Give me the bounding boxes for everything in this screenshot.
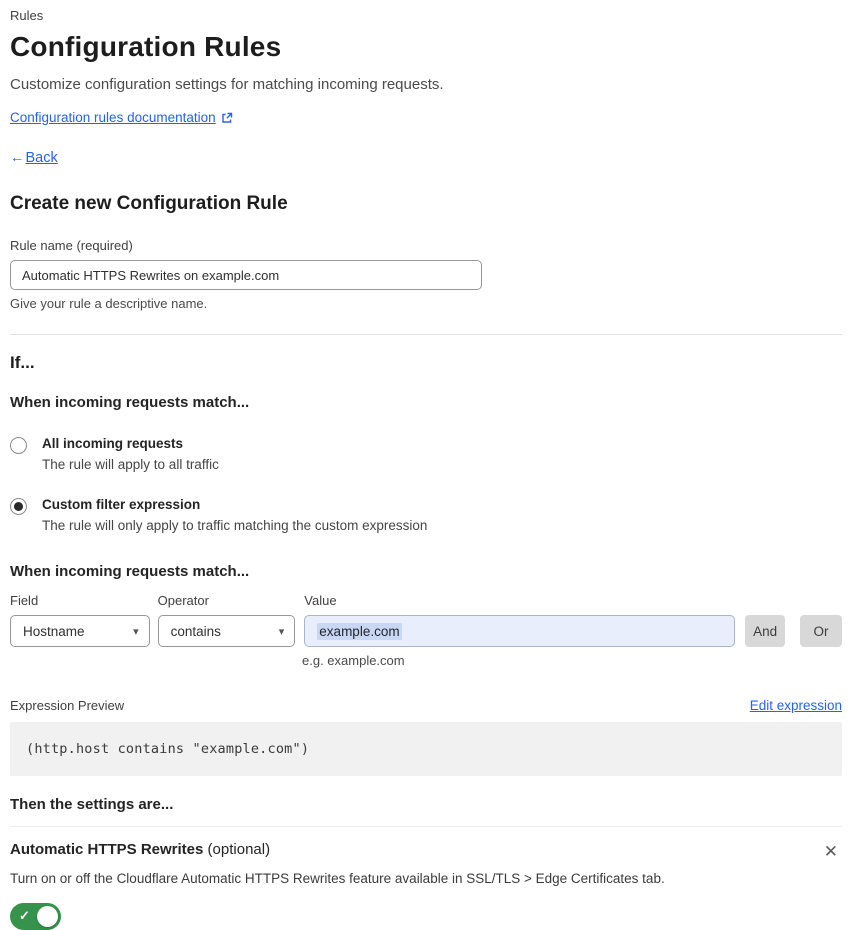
- radio-option-custom-filter[interactable]: Custom filter expression The rule will o…: [10, 497, 842, 533]
- setting-header-row: Automatic HTTPS Rewrites (optional) ✕: [10, 841, 842, 862]
- check-icon: ✓: [19, 908, 30, 923]
- value-input-text: example.com: [317, 622, 402, 640]
- close-icon[interactable]: ✕: [820, 841, 842, 862]
- rule-name-input[interactable]: [10, 260, 482, 290]
- radio-button-unselected[interactable]: [10, 437, 27, 454]
- documentation-link[interactable]: Configuration rules documentation: [10, 110, 216, 125]
- page-subtitle: Customize configuration settings for mat…: [10, 76, 444, 93]
- documentation-link-row: Configuration rules documentation: [10, 110, 842, 125]
- radio-button-selected[interactable]: [10, 498, 27, 515]
- operator-select[interactable]: contains ▾: [157, 615, 296, 647]
- radio-option-all-requests[interactable]: All incoming requests The rule will appl…: [10, 436, 842, 472]
- and-button[interactable]: And: [745, 615, 786, 647]
- value-help-text: e.g. example.com: [302, 653, 405, 668]
- if-heading: If...: [10, 353, 35, 372]
- external-link-icon: [221, 112, 233, 124]
- radio-label: Custom filter expression: [42, 497, 201, 512]
- chevron-down-icon: ▾: [133, 625, 139, 638]
- back-arrow-icon: ←: [10, 150, 25, 166]
- rule-name-label: Rule name (required): [10, 238, 133, 253]
- filter-builder-row: Field Hostname ▾ Operator contains ▾ Val…: [10, 593, 842, 647]
- edit-expression-link[interactable]: Edit expression: [750, 698, 842, 713]
- setting-name-bold: Automatic HTTPS Rewrites: [10, 841, 204, 858]
- toggle-knob: [37, 906, 58, 927]
- radio-label: All incoming requests: [42, 436, 184, 451]
- operator-column-label: Operator: [157, 593, 209, 608]
- setting-optional-label: (optional): [203, 841, 271, 858]
- then-settings-heading: Then the settings are...: [10, 796, 174, 813]
- chevron-down-icon: ▾: [278, 625, 285, 638]
- section-divider: [10, 334, 842, 335]
- setting-divider: [10, 826, 842, 827]
- radio-description: The rule will apply to all traffic: [42, 457, 219, 472]
- back-link-row: ← Back: [10, 150, 842, 166]
- match-heading: When incoming requests match...: [10, 394, 250, 411]
- or-button[interactable]: Or: [800, 615, 842, 647]
- breadcrumb: Rules: [10, 8, 44, 23]
- field-select-value: Hostname: [23, 623, 85, 639]
- rule-name-help: Give your rule a descriptive name.: [10, 296, 208, 311]
- expression-code-block: (http.host contains "example.com"): [10, 722, 842, 776]
- automatic-https-rewrites-toggle[interactable]: ✓: [10, 903, 61, 930]
- field-column-label: Field: [10, 593, 39, 608]
- back-link[interactable]: Back: [26, 150, 58, 166]
- field-select[interactable]: Hostname ▾: [10, 615, 150, 647]
- expression-preview-row: Expression Preview Edit expression: [10, 698, 842, 713]
- value-input[interactable]: example.com: [304, 615, 736, 647]
- setting-description: Turn on or off the Cloudflare Automatic …: [10, 871, 665, 886]
- setting-name: Automatic HTTPS Rewrites (optional): [10, 841, 270, 858]
- operator-select-value: contains: [170, 623, 221, 639]
- expression-preview-label: Expression Preview: [10, 698, 125, 713]
- radio-description: The rule will only apply to traffic matc…: [42, 518, 428, 533]
- filter-match-heading: When incoming requests match...: [10, 563, 250, 580]
- page-container: Rules Configuration Rules Customize conf…: [0, 0, 852, 930]
- page-title: Configuration Rules: [10, 31, 282, 62]
- create-rule-title: Create new Configuration Rule: [10, 193, 288, 214]
- value-column-label: Value: [304, 593, 337, 608]
